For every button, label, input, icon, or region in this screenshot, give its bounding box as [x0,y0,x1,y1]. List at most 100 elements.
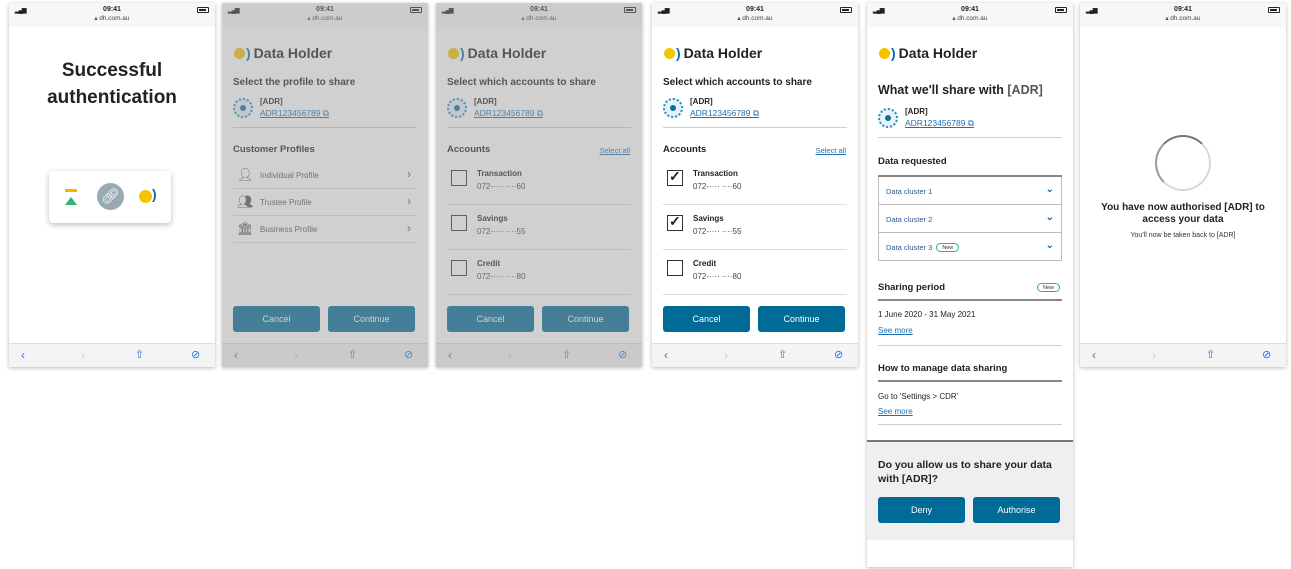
account-item-credit[interactable]: Credit 072-···· ····80 [447,251,631,295]
lock-icon: 🔒︎ [94,16,98,22]
back-icon[interactable]: ‹ [1092,348,1096,362]
external-link-icon: ⧉ [322,108,329,118]
back-icon[interactable]: ‹ [448,348,452,362]
new-badge: New [936,243,960,252]
compass-icon[interactable]: ⊘ [1262,348,1271,362]
share-icon[interactable]: ⇧ [1206,348,1215,362]
back-icon[interactable]: ‹ [21,348,25,362]
compass-icon[interactable]: ⊘ [191,348,200,362]
select-all-link[interactable]: Select all [600,146,630,155]
share-icon[interactable]: ⇧ [562,348,571,362]
bank-icon: 🏛︎ [237,221,254,236]
adr-id-link[interactable]: ADR123456789 ⧉ [690,108,759,119]
url-bar[interactable]: 🔒︎ dh.com.au [436,15,642,23]
data-cluster-3-dropdown[interactable]: Data cluster 3 New ⌄ [878,233,1062,261]
continue-button[interactable]: Continue [542,306,629,332]
person-icon: 👤︎ [237,167,254,182]
url-bar[interactable]: 🔒︎ dh.com.au [867,15,1073,23]
adr-id-link[interactable]: ADR123456789 ⧉ [260,108,329,119]
adr-identity: [ADR] ADR123456789 ⧉ [447,96,627,122]
battery-icon [840,7,852,13]
browser-toolbar: ‹ › ⇧ ⊘ [436,343,642,367]
page-title: You have now authorised [ADR] to access … [1101,202,1265,225]
account-checkbox[interactable] [667,260,683,276]
divider [663,127,847,128]
status-time: 09:41 [746,6,764,13]
external-link-icon: ⧉ [536,108,543,118]
account-item-savings[interactable]: Savings 072-···· ····55 [663,206,847,250]
compass-icon[interactable]: ⊘ [404,348,413,362]
account-item-transaction[interactable]: Transaction 072-···· ····60 [447,161,631,205]
forward-icon[interactable]: › [81,348,85,362]
back-icon[interactable]: ‹ [664,348,668,362]
url-bar[interactable]: 🔒︎ dh.com.au [222,15,428,23]
compass-icon[interactable]: ⊘ [618,348,627,362]
account-checkbox[interactable] [451,215,467,231]
brand-header: ) Data Holder [879,45,977,61]
back-icon[interactable]: ‹ [234,348,238,362]
continue-button[interactable]: Continue [328,306,415,332]
section-title: Customer Profiles [233,144,315,155]
status-time: 09:41 [1174,6,1192,13]
account-checkbox[interactable] [451,260,467,276]
profile-item-individual[interactable]: 👤︎ Individual Profile › [233,163,417,189]
external-link-icon: ⧉ [752,108,759,118]
compass-icon[interactable]: ⊘ [834,348,843,362]
url-bar[interactable]: 🔒︎ dh.com.au [1080,15,1286,23]
forward-icon[interactable]: › [1152,348,1156,362]
share-icon[interactable]: ⇧ [135,348,144,362]
sharing-period-dates: 1 June 2020 - 31 May 2021 [878,310,976,319]
section-title: Accounts [447,144,491,155]
account-checkbox-checked[interactable] [667,168,683,186]
continue-button[interactable]: Continue [758,306,845,332]
deny-button[interactable]: Deny [878,497,965,523]
adr-logo-icon [447,98,467,118]
account-item-credit[interactable]: Credit 072-···· ····80 [663,251,847,295]
authorise-button[interactable]: Authorise [973,497,1060,523]
status-bar: ▂▄▆ 09:41 🔒︎ dh.com.au [652,3,858,27]
select-all-link[interactable]: Select all [816,146,846,155]
chevron-right-icon: › [407,194,411,208]
see-more-link[interactable]: See more [878,326,913,335]
share-icon[interactable]: ⇧ [778,348,787,362]
account-checkbox[interactable] [451,170,467,186]
cancel-button[interactable]: Cancel [233,306,320,332]
divider [233,127,417,128]
battery-icon [624,7,636,13]
section-manage-sharing: How to manage data sharing [878,363,1008,374]
chevron-down-icon: ⌄ [1045,240,1054,251]
brand-header: ) Data Holder [664,45,762,61]
data-cluster-2-dropdown[interactable]: Data cluster 2 ⌄ [878,205,1062,233]
lock-icon: 🔒︎ [737,16,741,22]
brand-logo-icon [448,48,459,59]
url-bar[interactable]: 🔒︎ dh.com.au [9,15,215,23]
link-icon: 🔗︎ [97,183,124,210]
brand-header: ) Data Holder [234,45,332,61]
new-badge: New [1037,283,1061,292]
brand-logo-icon [879,48,890,59]
account-item-transaction[interactable]: Transaction 072-···· ····60 [663,161,847,205]
adr-id-link[interactable]: ADR123456789 ⧉ [474,108,543,119]
account-item-savings[interactable]: Savings 072-···· ····55 [447,206,631,250]
cancel-button[interactable]: Cancel [663,306,750,332]
forward-icon[interactable]: › [294,348,298,362]
share-icon[interactable]: ⇧ [348,348,357,362]
data-holder-logo-icon [139,190,152,203]
forward-icon[interactable]: › [508,348,512,362]
consent-panel: Do you allow us to share your data with … [867,440,1073,540]
section-title: Accounts [663,144,707,155]
profile-item-business[interactable]: 🏛︎ Business Profile › [233,217,417,243]
redirect-notice: You'll now be taken back to [ADR] [1130,232,1236,239]
profile-item-trustee[interactable]: 👥︎ Trustee Profile › [233,190,417,216]
forward-icon[interactable]: › [724,348,728,362]
lock-icon: 🔒︎ [1165,16,1169,22]
data-cluster-1-dropdown[interactable]: Data cluster 1 ⌄ [878,177,1062,205]
people-icon: 👥︎ [237,194,254,209]
url-bar[interactable]: 🔒︎ dh.com.au [652,15,858,23]
see-more-link[interactable]: See more [878,407,913,416]
status-bar: ▂▄▆ 09:41 🔒︎ dh.com.au [222,3,428,27]
adr-logo-icon [878,108,898,128]
cancel-button[interactable]: Cancel [447,306,534,332]
adr-id-link[interactable]: ADR123456789 ⧉ [905,118,974,129]
account-checkbox-checked[interactable] [667,213,683,231]
